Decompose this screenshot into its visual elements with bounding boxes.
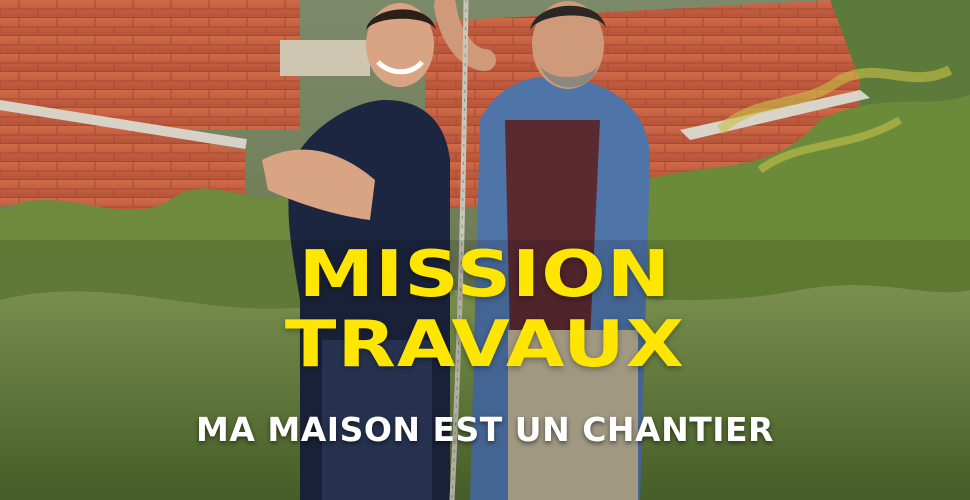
- show-subtitle: MA MAISON EST UN CHANTIER: [196, 410, 774, 449]
- title-line-2: TRAVAUX: [284, 308, 686, 382]
- title-line-1: MISSION: [298, 238, 672, 312]
- show-title: MISSION TRAVAUX: [0, 243, 970, 377]
